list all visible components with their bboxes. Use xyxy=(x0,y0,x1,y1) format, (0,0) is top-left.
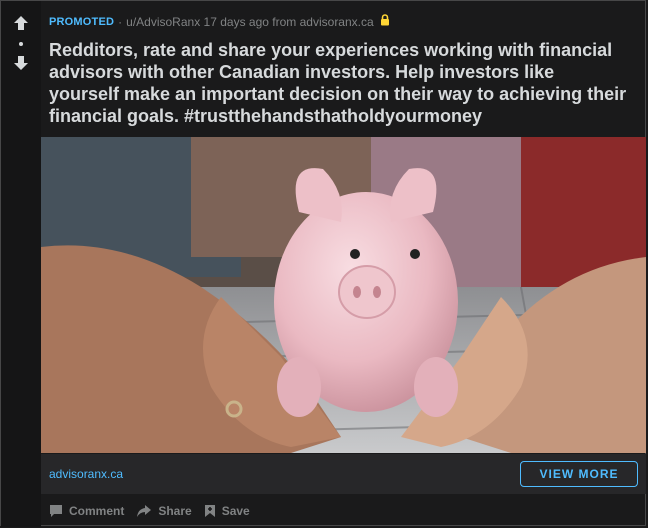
share-label: Share xyxy=(158,504,192,518)
post-source-prefix: from xyxy=(272,15,297,29)
lock-icon xyxy=(380,14,390,30)
post-actions: Comment Share Save xyxy=(49,501,262,521)
post-title[interactable]: Redditors, rate and share your experienc… xyxy=(49,39,629,127)
comment-icon xyxy=(49,504,63,518)
bookmark-icon xyxy=(204,504,216,518)
save-label: Save xyxy=(221,504,250,518)
downvote-arrow-icon[interactable] xyxy=(13,55,29,71)
share-button[interactable]: Share xyxy=(136,504,192,518)
link-bar: advisoranx.ca VIEW MORE xyxy=(41,454,646,494)
post-source[interactable]: advisoranx.ca xyxy=(300,14,374,30)
comment-label: Comment xyxy=(69,504,125,518)
comment-button[interactable]: Comment xyxy=(49,504,124,518)
link-domain[interactable]: advisoranx.ca xyxy=(49,466,123,482)
post-meta: PROMOTED · u/AdvisoRanx 17 days ago from… xyxy=(49,14,390,30)
promoted-badge: PROMOTED xyxy=(49,16,115,28)
vote-score-dot xyxy=(19,42,23,46)
post-image[interactable] xyxy=(41,137,646,453)
piggy-bank-photo-icon xyxy=(41,137,646,453)
view-more-button[interactable]: VIEW MORE xyxy=(520,461,638,487)
save-button[interactable]: Save xyxy=(204,504,250,518)
post-time: 17 days ago xyxy=(203,15,269,29)
upvote-arrow-icon[interactable] xyxy=(13,15,29,31)
meta-separator: · xyxy=(118,15,123,29)
vote-column xyxy=(1,1,41,527)
share-icon xyxy=(136,504,152,518)
post-author[interactable]: u/AdvisoRanx xyxy=(126,14,200,30)
promoted-post-card: PROMOTED · u/AdvisoRanx 17 days ago from… xyxy=(0,0,646,527)
